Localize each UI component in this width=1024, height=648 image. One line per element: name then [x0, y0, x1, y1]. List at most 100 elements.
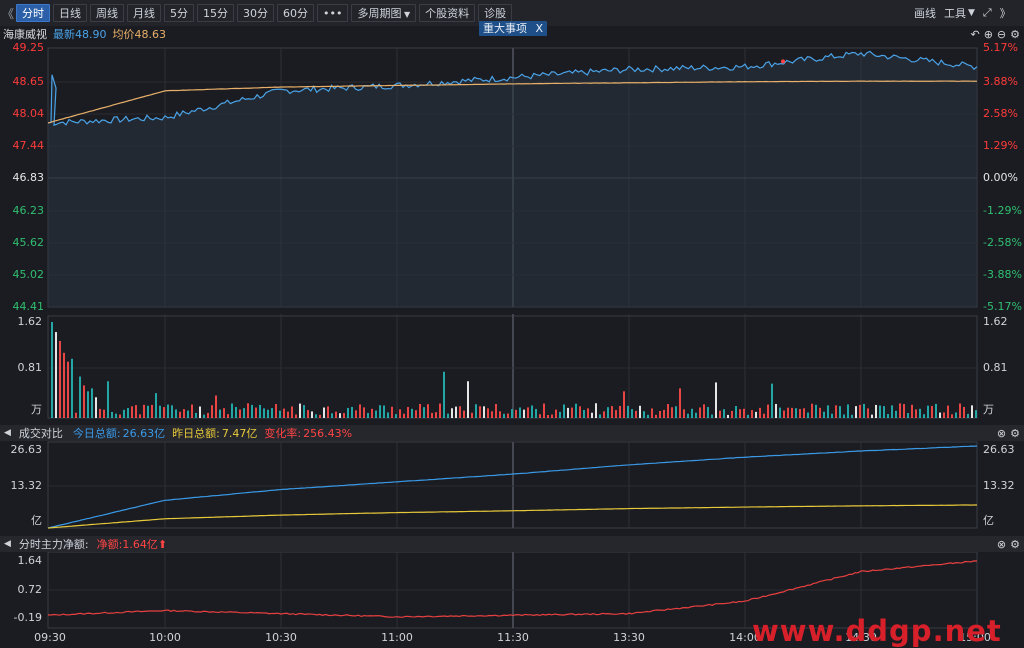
volume-bar: [631, 409, 633, 418]
volume-bar: [211, 405, 213, 418]
volume-bar: [771, 383, 773, 418]
time-tick-label: 10:30: [265, 631, 297, 644]
volume-bar: [531, 405, 533, 418]
pct-tick-label: 0.00%: [983, 171, 1018, 184]
volume-bar: [895, 410, 897, 418]
volume-bar: [807, 412, 809, 418]
volume-bar: [299, 403, 301, 418]
volume-bar: [415, 410, 417, 418]
volume-bar: [423, 407, 425, 418]
volume-bar: [291, 406, 293, 418]
volume-bar: [943, 412, 945, 418]
volume-bar: [867, 408, 869, 418]
volume-bar: [391, 406, 393, 418]
volume-bar: [667, 404, 669, 418]
volume-bar: [875, 404, 877, 418]
turnover-unit-label: 亿: [31, 514, 42, 527]
volume-bar: [603, 411, 605, 418]
volume-bar: [167, 404, 169, 418]
volume-bar: [791, 407, 793, 418]
volume-bar: [399, 409, 401, 418]
volume-bar: [795, 408, 797, 418]
volume-bar: [851, 414, 853, 418]
volume-bar: [839, 406, 841, 418]
volume-bar: [823, 411, 825, 418]
volume-bar: [571, 407, 573, 418]
volume-bar: [51, 322, 53, 418]
close-panel-icon[interactable]: ⊗: [997, 427, 1006, 440]
turnover-tick-label: 13.32: [983, 479, 1015, 492]
volume-bar: [359, 404, 361, 418]
change-rate-label: 变化率:: [264, 427, 302, 440]
volume-bar: [675, 406, 677, 418]
volume-bar: [403, 413, 405, 418]
volume-bar: [255, 407, 257, 418]
pct-tick-label: -3.88%: [983, 268, 1022, 281]
yesterday-total-label: 昨日总额:: [172, 427, 220, 440]
collapse-icon[interactable]: ◀: [4, 539, 11, 549]
volume-bar: [75, 412, 77, 418]
volume-bar: [219, 409, 221, 418]
volume-bar: [443, 371, 445, 418]
turnover-title: 成交对比: [18, 427, 63, 440]
volume-bar: [547, 414, 549, 418]
volume-bar: [195, 412, 197, 418]
volume-bar: [543, 403, 545, 418]
volume-bar: [743, 408, 745, 418]
volume-bar: [579, 406, 581, 418]
capital-controls: ⊗ ⚙: [997, 536, 1020, 552]
volume-bar: [843, 414, 845, 418]
volume-bar: [595, 403, 597, 418]
volume-bar: [331, 413, 333, 418]
volume-bar: [727, 414, 729, 418]
volume-bar: [319, 414, 321, 418]
volume-bar: [915, 409, 917, 418]
time-tick-label: 11:30: [497, 631, 529, 644]
net-label: 净额:: [96, 538, 123, 551]
panel-settings-icon[interactable]: ⚙: [1010, 538, 1020, 551]
volume-bar: [419, 403, 421, 418]
volume-bar: [787, 407, 789, 418]
pct-tick-label: 1.29%: [983, 139, 1018, 152]
volume-bar: [715, 382, 717, 418]
volume-bar: [463, 410, 465, 418]
volume-bar: [295, 414, 297, 418]
volume-bar: [959, 403, 961, 418]
price-tick-label: 48.65: [13, 75, 45, 88]
change-rate-value: 256.43%: [303, 426, 353, 440]
volume-bar: [111, 411, 113, 418]
volume-bar: [911, 404, 913, 418]
volume-bar: [583, 409, 585, 418]
volume-bar: [687, 413, 689, 418]
price-tick-label: 47.44: [13, 139, 45, 152]
volume-bar: [955, 412, 957, 418]
volume-bar: [459, 406, 461, 418]
price-tick-label: 46.83: [13, 171, 45, 184]
panel-settings-icon[interactable]: ⚙: [1010, 427, 1020, 440]
volume-bar: [119, 414, 121, 418]
volume-bar: [775, 403, 777, 418]
volume-bar: [103, 409, 105, 418]
volume-bar: [891, 405, 893, 418]
price-tick-label: 45.62: [13, 236, 45, 249]
volume-bar: [155, 393, 157, 418]
capital-header: ◀ 分时主力净额: 净额: 1.64亿 ⬆ ⊗ ⚙: [0, 536, 1024, 552]
volume-bar: [535, 408, 537, 418]
volume-bar: [811, 403, 813, 418]
collapse-icon[interactable]: ◀: [4, 428, 11, 438]
volume-bar: [963, 406, 965, 418]
volume-bar: [703, 404, 705, 418]
volume-bar: [431, 412, 433, 418]
volume-bar: [751, 410, 753, 418]
volume-bar: [871, 414, 873, 418]
turnover-tick-label: 13.32: [11, 479, 43, 492]
volume-bar: [627, 405, 629, 418]
volume-bar: [803, 408, 805, 418]
volume-bar: [735, 406, 737, 418]
volume-bar: [723, 409, 725, 418]
volume-bar: [303, 405, 305, 418]
volume-bar: [695, 412, 697, 418]
close-panel-icon[interactable]: ⊗: [997, 538, 1006, 551]
volume-bar: [139, 414, 141, 418]
volume-bar: [175, 409, 177, 418]
